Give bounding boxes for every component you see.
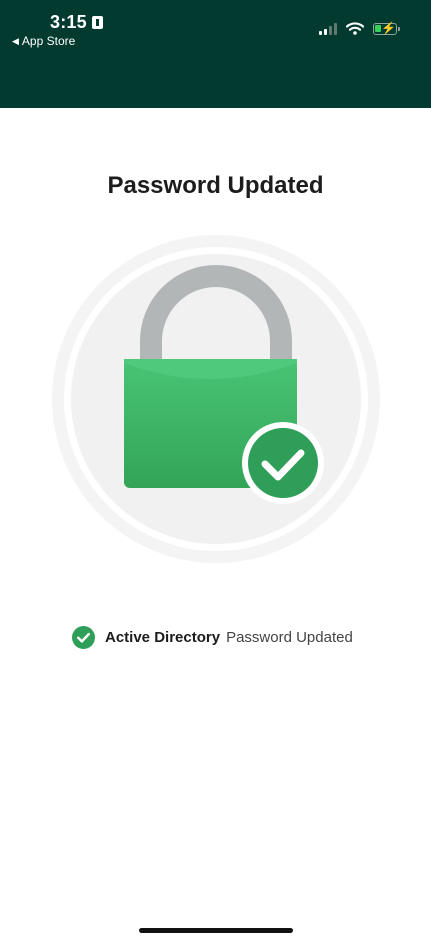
password-updated-screen: 3:15 ◀ App Store ⚡ Password Updated Acti… [0,0,431,938]
status-bar: 3:15 ◀ App Store ⚡ [0,0,431,108]
cellular-signal-icon [319,22,337,35]
directory-name: Active Directory [105,628,221,646]
password-status-row: Active Directory Password Updated [72,625,353,649]
wifi-icon [346,22,364,35]
status-time: 3:15 [50,12,103,33]
status-message: Password Updated [226,628,353,646]
time-text: 3:15 [50,12,87,32]
id-badge-icon [91,16,103,29]
back-to-app-link[interactable]: ◀ App Store [12,34,75,48]
back-app-label: App Store [21,34,76,48]
back-triangle-icon: ◀ [12,35,19,46]
page-title: Password Updated [107,172,324,199]
lock-with-check-icon [52,235,380,563]
battery-charging-icon: ⚡ [373,21,400,35]
home-indicator[interactable] [139,928,293,933]
check-circle-icon [72,625,95,649]
status-icons: ⚡ [319,21,400,35]
